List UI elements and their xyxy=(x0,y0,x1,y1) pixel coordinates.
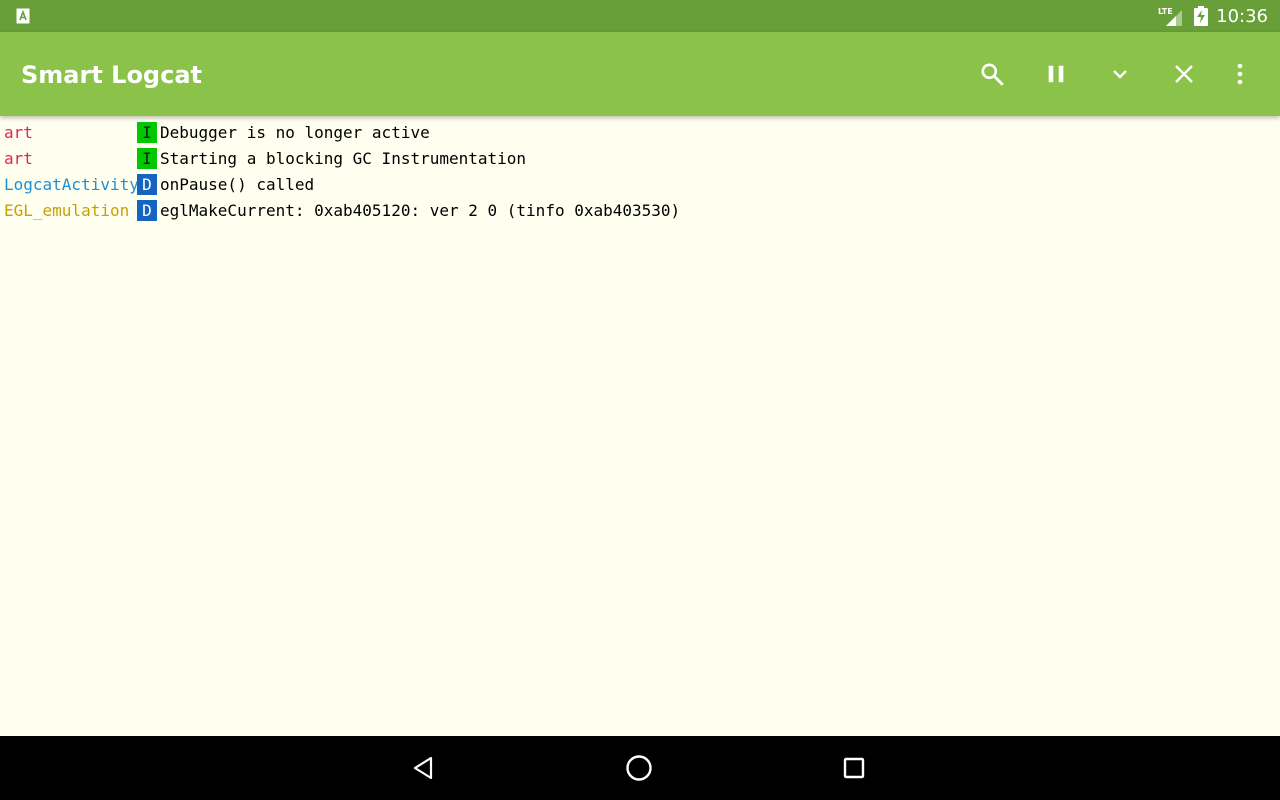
log-tag: art xyxy=(4,123,33,142)
log-tag: LogcatActivity xyxy=(4,175,139,194)
log-message: eglMakeCurrent: 0xab405120: ver 2 0 (tin… xyxy=(160,201,681,220)
battery-charging-icon xyxy=(1194,6,1209,26)
log-row[interactable]: LogcatActivity D onPause() called xyxy=(0,172,1280,198)
status-time: 10:36 xyxy=(1216,5,1268,27)
search-button[interactable] xyxy=(972,54,1012,94)
recents-button[interactable] xyxy=(834,748,874,788)
log-message: Debugger is no longer active xyxy=(160,123,430,142)
network-type-label: LTE xyxy=(1158,7,1173,16)
log-list[interactable]: art I Debugger is no longer active art I… xyxy=(0,116,1280,736)
more-vert-icon xyxy=(1237,63,1243,85)
back-button[interactable] xyxy=(404,748,444,788)
app-title: Smart Logcat xyxy=(21,61,203,89)
home-button[interactable] xyxy=(619,748,659,788)
status-bar: LTE 10:36 xyxy=(0,0,1280,32)
close-icon xyxy=(1175,65,1193,83)
log-message: Starting a blocking GC Instrumentation xyxy=(160,149,527,168)
overflow-menu-button[interactable] xyxy=(1220,54,1260,94)
log-tag: art xyxy=(4,149,33,168)
scroll-to-bottom-button[interactable] xyxy=(1100,54,1140,94)
app-bar: Smart Logcat xyxy=(0,32,1280,116)
recents-square-icon xyxy=(843,757,865,779)
back-triangle-icon xyxy=(413,756,433,780)
log-row[interactable]: art I Starting a blocking GC Instrumenta… xyxy=(0,146,1280,172)
pause-button[interactable] xyxy=(1036,54,1076,94)
clear-button[interactable] xyxy=(1164,54,1204,94)
log-tag: EGL_emulation xyxy=(4,201,130,220)
log-level-badge: I xyxy=(137,122,157,143)
status-indicators: LTE 10:36 xyxy=(1158,0,1268,32)
home-circle-icon xyxy=(626,755,652,781)
system-nav-bar xyxy=(0,736,1280,800)
log-row[interactable]: art I Debugger is no longer active xyxy=(0,120,1280,146)
chevron-down-icon xyxy=(1113,70,1127,79)
pause-icon xyxy=(1048,65,1064,83)
log-level-badge: D xyxy=(137,174,157,195)
search-icon xyxy=(981,63,1004,86)
log-row[interactable]: EGL_emulation D eglMakeCurrent: 0xab4051… xyxy=(0,198,1280,224)
log-level-badge: I xyxy=(137,148,157,169)
log-level-badge: D xyxy=(137,200,157,221)
cell-signal-icon: LTE xyxy=(1158,7,1183,26)
app-notification-icon xyxy=(16,8,30,24)
log-message: onPause() called xyxy=(160,175,315,194)
